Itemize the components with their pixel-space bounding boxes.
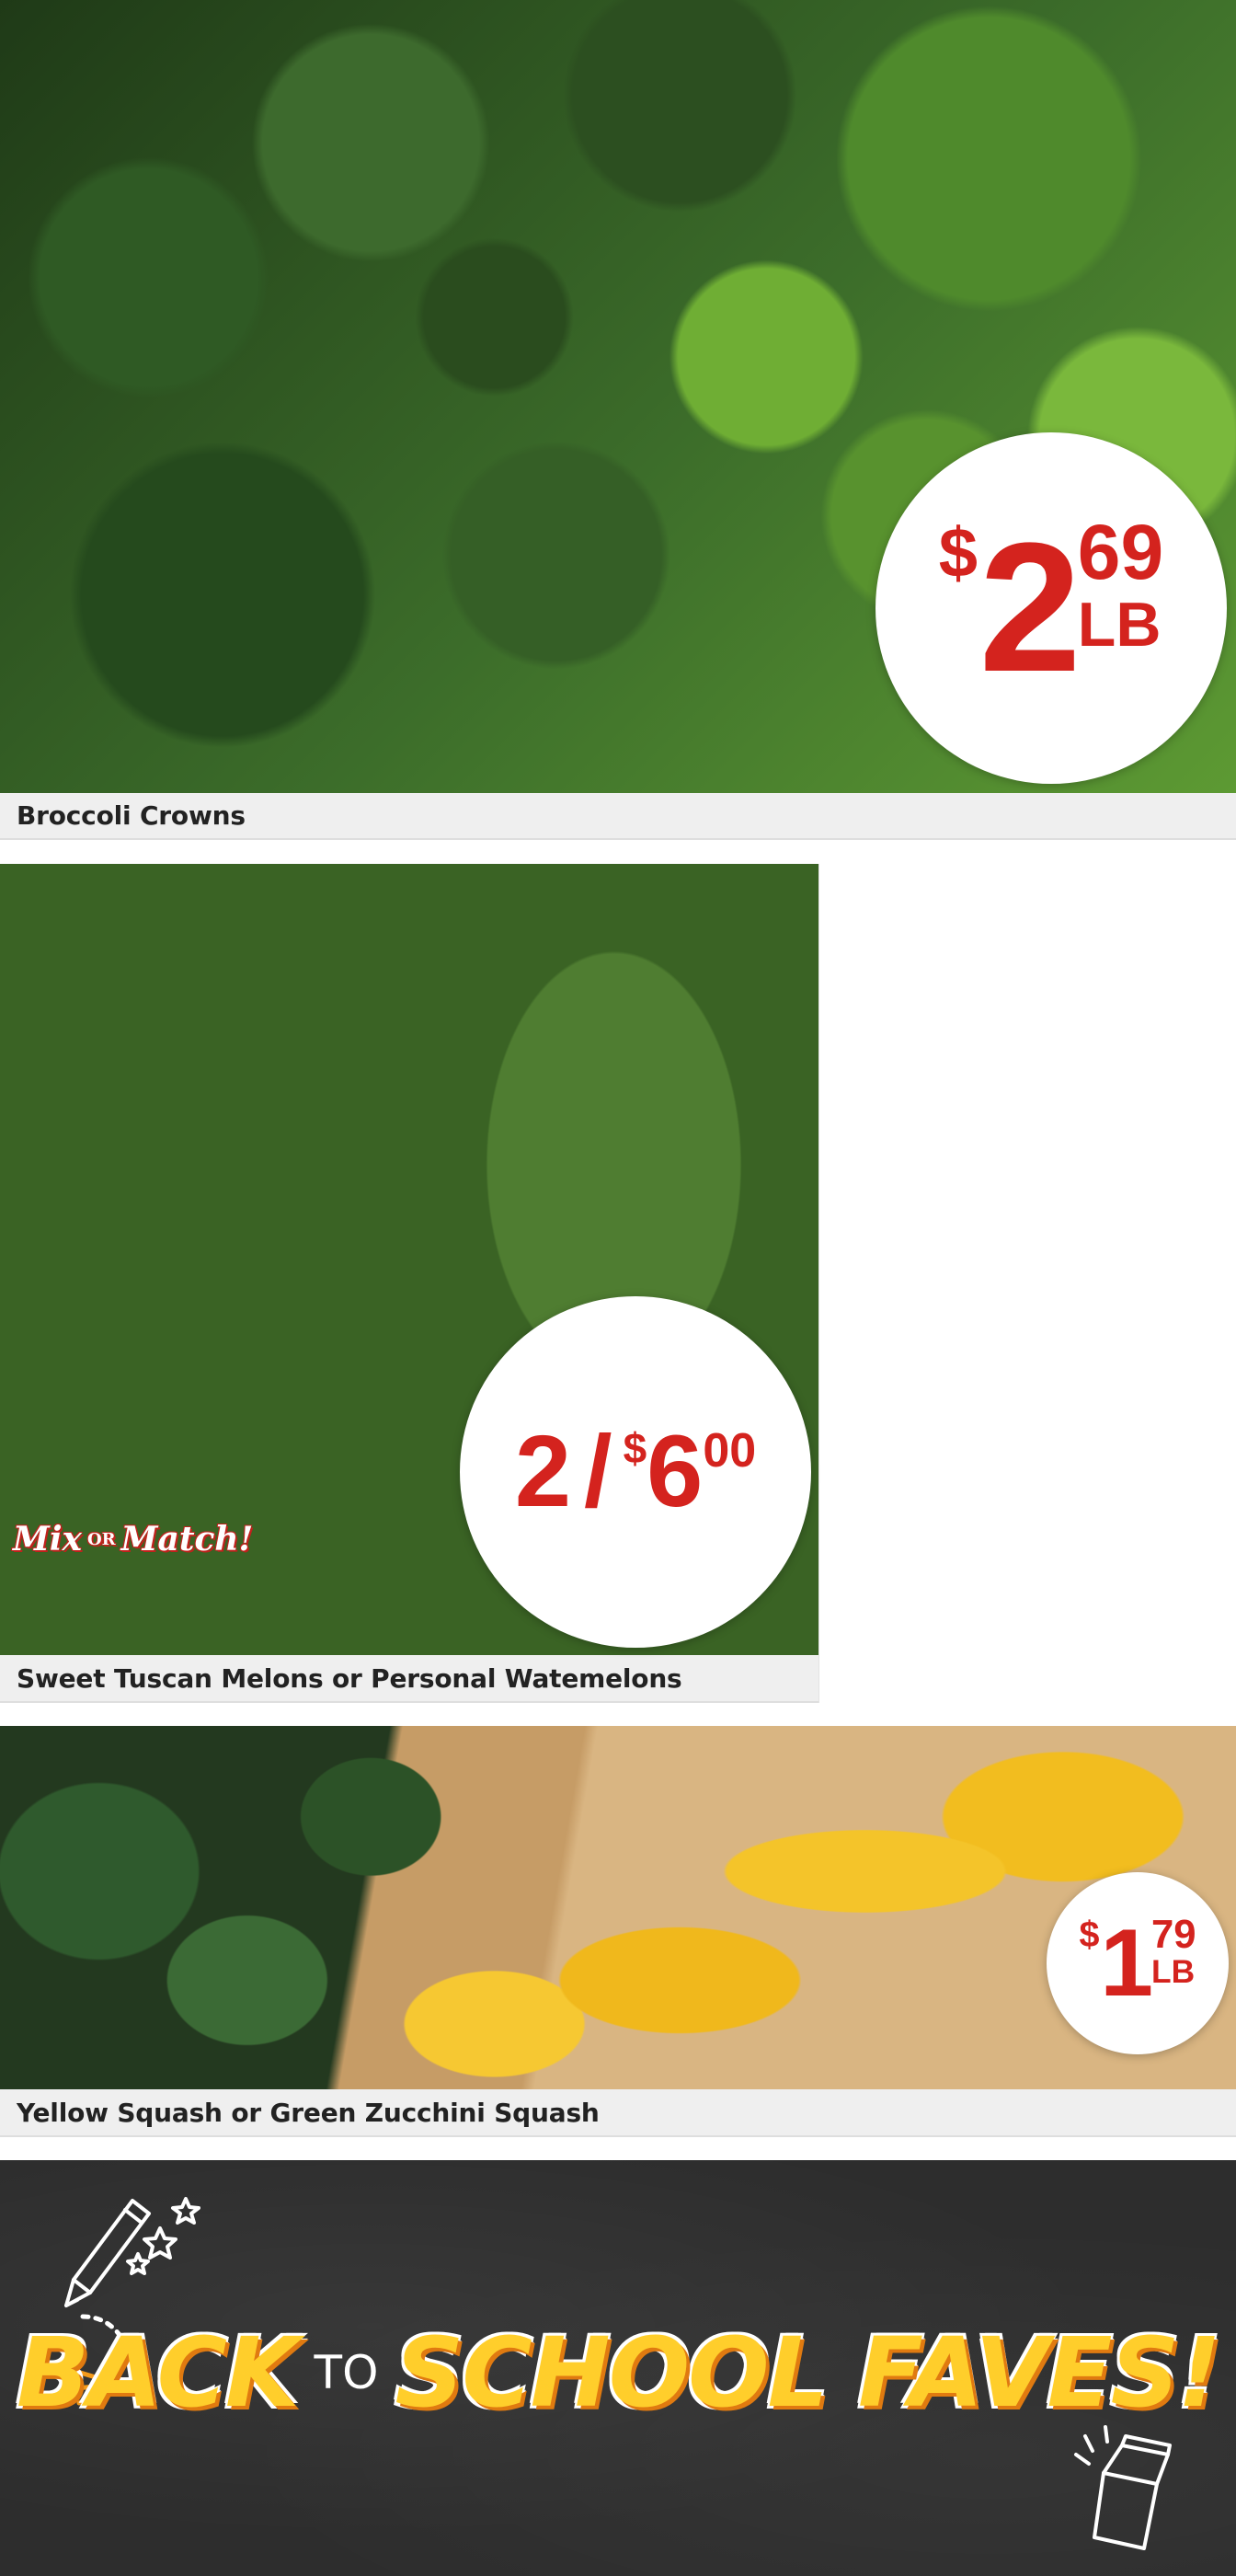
price-quantity: 2 [514, 1415, 573, 1528]
product-name[interactable]: Yellow Squash or Green Zucchini Squash [0, 2089, 1236, 2137]
product-name[interactable]: Broccoli Crowns [0, 793, 1236, 840]
banner-word-school-faves: SCHOOL FAVES! [395, 2317, 1220, 2429]
price-cents: 00 [703, 1424, 757, 1478]
product-name[interactable]: Sweet Tuscan Melons or Personal Watemelo… [0, 1655, 818, 1703]
price-whole: 6 [647, 1415, 704, 1528]
price-whole: 1 [1100, 1910, 1153, 2017]
banner-word-back: BACK [17, 2317, 299, 2429]
price-cents: 69 [1077, 509, 1164, 595]
price-unit: LB [1150, 1953, 1196, 1990]
promo-word-mix: Mix [13, 1520, 82, 1558]
price-badge: $ 2 69 LB [876, 432, 1227, 784]
promo-word-match: Match! [120, 1520, 254, 1558]
banner-word-to: TO [314, 2346, 379, 2399]
price-cents: 79 [1150, 1912, 1196, 1957]
price-badge: $ 1 79 LB [1047, 1872, 1229, 2054]
price-whole: 2 [978, 505, 1082, 710]
pencil-stars-icon [64, 2197, 200, 2307]
price-dollar-sign: $ [1079, 1914, 1100, 1955]
milk-carton-icon [1074, 2425, 1172, 2550]
back-to-school-banner[interactable]: BACK TO SCHOOL FAVES! [0, 2160, 1236, 2576]
price-dollar-sign: $ [938, 514, 978, 593]
product-image-squash[interactable] [0, 1726, 1236, 2089]
price-unit: LB [1077, 589, 1162, 660]
mix-or-match-tag: Mix OR Match! [13, 1520, 253, 1558]
product-card-broccoli[interactable]: $ 2 69 LB Broccoli Crowns [0, 0, 1236, 840]
price-dollar-sign: $ [623, 1424, 647, 1472]
price-badge: 2 / $ 6 00 [460, 1296, 811, 1648]
promo-word-or: OR [87, 1529, 116, 1549]
price-separator: / [584, 1415, 612, 1528]
banner-title: BACK TO SCHOOL FAVES! [0, 2317, 1236, 2429]
product-card-squash[interactable]: $ 1 79 LB Yellow Squash or Green Zucchin… [0, 1726, 1236, 2139]
